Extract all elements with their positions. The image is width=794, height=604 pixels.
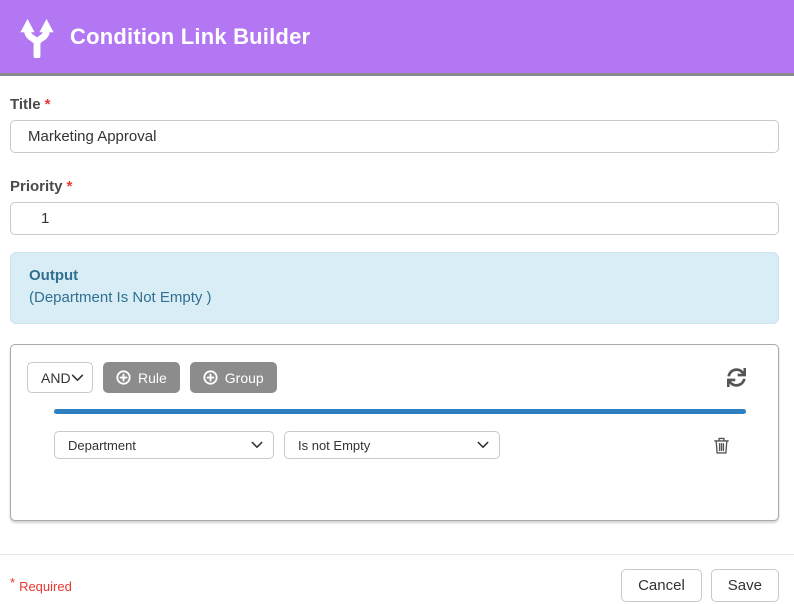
cancel-button[interactable]: Cancel	[621, 569, 702, 602]
split-arrows-icon	[18, 16, 56, 58]
chevron-down-icon	[71, 374, 84, 382]
priority-input[interactable]	[10, 202, 779, 235]
rule-operator-select-value: Is not Empty	[298, 438, 370, 453]
required-note: * Required	[10, 575, 72, 594]
title-required-asterisk: *	[45, 96, 51, 113]
output-expression: (Department Is Not Empty )	[29, 287, 760, 309]
dialog-header: Condition Link Builder	[0, 0, 794, 76]
output-box: Output (Department Is Not Empty )	[10, 252, 779, 324]
condition-builder-panel: AND Rule	[10, 344, 779, 521]
chevron-down-icon	[251, 441, 263, 449]
dialog-body: Title* Priority* Output (Department Is N…	[0, 76, 794, 521]
rule-row: Department Is not Empty	[27, 431, 762, 459]
combinator-select-value: AND	[41, 370, 71, 386]
priority-label-text: Priority	[10, 178, 63, 195]
footer-buttons: Cancel Save	[621, 569, 779, 602]
required-note-asterisk: *	[10, 575, 15, 590]
title-input[interactable]	[10, 120, 779, 153]
chevron-down-icon	[477, 441, 489, 449]
add-rule-button[interactable]: Rule	[103, 362, 180, 393]
dialog-footer: * Required Cancel Save	[0, 555, 794, 602]
title-label: Title*	[10, 96, 779, 113]
delete-rule-button[interactable]	[711, 434, 732, 457]
priority-field-group: Priority*	[10, 178, 779, 235]
priority-label: Priority*	[10, 178, 779, 195]
required-note-text: Required	[19, 579, 72, 594]
plus-circle-icon	[203, 370, 218, 385]
rule-field-select[interactable]: Department	[54, 431, 274, 459]
output-label: Output	[29, 265, 760, 287]
refresh-icon	[727, 368, 746, 387]
trash-icon	[713, 436, 730, 455]
combinator-select[interactable]: AND	[27, 362, 93, 393]
add-group-button[interactable]: Group	[190, 362, 277, 393]
title-field-group: Title*	[10, 96, 779, 153]
priority-required-asterisk: *	[67, 178, 73, 195]
save-button[interactable]: Save	[711, 569, 779, 602]
refresh-button[interactable]	[725, 366, 748, 389]
title-label-text: Title	[10, 96, 41, 113]
builder-toolbar: AND Rule	[27, 362, 762, 393]
group-indicator-bar	[54, 409, 746, 414]
rule-operator-select[interactable]: Is not Empty	[284, 431, 500, 459]
rule-field-select-value: Department	[68, 438, 136, 453]
dialog-title: Condition Link Builder	[70, 24, 310, 50]
plus-circle-icon	[116, 370, 131, 385]
add-rule-button-label: Rule	[138, 370, 167, 386]
add-group-button-label: Group	[225, 370, 264, 386]
